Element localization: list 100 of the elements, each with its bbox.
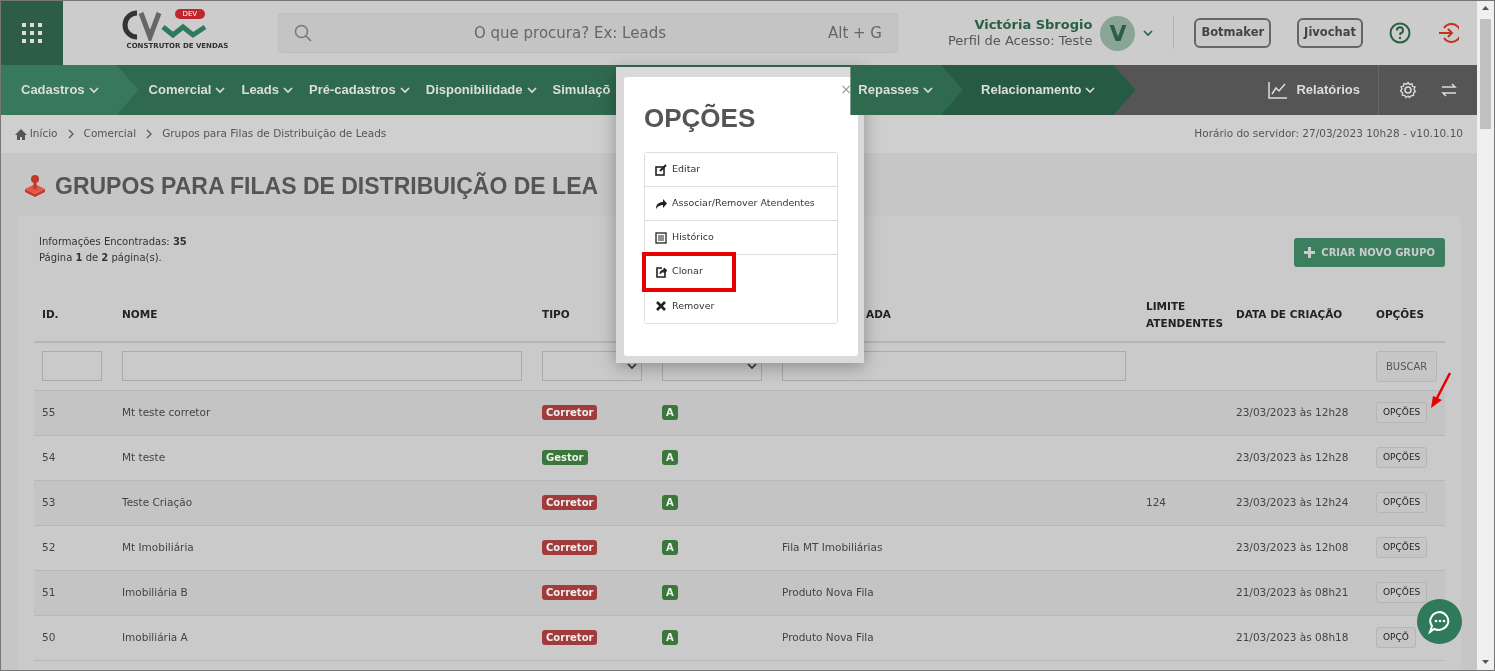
column-header: NOME bbox=[122, 307, 159, 323]
close-icon bbox=[655, 300, 667, 312]
options-button[interactable]: OPÇÕ bbox=[1376, 626, 1416, 649]
page-count: Página 1 de 2 página(s). bbox=[39, 250, 163, 265]
status-tag: A bbox=[662, 404, 678, 420]
external-link-icon bbox=[655, 265, 667, 278]
menu-item[interactable]: Repasses bbox=[850, 65, 964, 115]
chevron-down-icon bbox=[1085, 86, 1096, 94]
switch-arrows-icon[interactable] bbox=[1441, 83, 1457, 97]
page-title: GRUPOS PARA FILAS DE DISTRIBUIÇÃO DE LEA bbox=[55, 171, 599, 201]
chevron-down-icon bbox=[627, 362, 637, 370]
results-count: Informações Encontradas: 35 bbox=[39, 234, 187, 249]
type-tag: Corretor bbox=[542, 539, 598, 555]
table-cell: Imobiliária A bbox=[122, 630, 188, 643]
table-cell: 23/03/2023 às 12h24 bbox=[1236, 495, 1349, 508]
help-icon[interactable] bbox=[1389, 22, 1411, 44]
create-group-button[interactable]: CRIAR NOVO GRUPO bbox=[1294, 237, 1445, 267]
options-button[interactable]: OPÇÕES bbox=[1376, 491, 1428, 514]
user-profile: Perfil de Acesso: Teste bbox=[947, 33, 1093, 50]
edit-icon bbox=[655, 163, 667, 176]
breadcrumb-link[interactable]: Início bbox=[15, 126, 58, 142]
status-tag: A bbox=[662, 584, 678, 600]
table-cell: Produto Nova Fila bbox=[782, 585, 874, 598]
type-tag: Corretor bbox=[542, 494, 598, 510]
status-tag: A bbox=[662, 629, 678, 645]
table-cell: 51 bbox=[42, 585, 56, 598]
header-button[interactable]: Jivochat bbox=[1297, 18, 1363, 48]
column-header: TIPO bbox=[542, 307, 571, 323]
table-cell: 124 bbox=[1146, 495, 1167, 508]
plus-icon bbox=[1304, 246, 1316, 258]
table-cell: 21/03/2023 às 08h18 bbox=[1236, 630, 1349, 643]
shortcut-hint: Alt + G bbox=[827, 22, 882, 44]
column-header: OPÇÕES bbox=[1376, 307, 1425, 323]
table-cell: 23/03/2023 às 12h08 bbox=[1236, 540, 1349, 553]
filter-field[interactable] bbox=[782, 351, 1126, 381]
menu-item[interactable]: Leads bbox=[233, 65, 302, 115]
filter-select[interactable] bbox=[542, 351, 642, 381]
table-cell: Fila MT Imobiliárias bbox=[782, 540, 883, 553]
type-tag: Corretor bbox=[542, 404, 598, 420]
server-time: Horário do servidor: 27/03/2023 10h28 - v10.10.10 bbox=[1194, 126, 1463, 142]
filter-field[interactable] bbox=[122, 351, 522, 381]
menu-item[interactable]: Cadastros bbox=[1, 65, 139, 115]
search-input[interactable]: O que procura? Ex: Leads bbox=[312, 20, 828, 46]
breadcrumb-link[interactable]: Comercial bbox=[83, 126, 137, 142]
menu-item[interactable]: Disponibilidade bbox=[417, 65, 545, 115]
type-tag: Corretor bbox=[542, 584, 598, 600]
menu-item[interactable]: Simulaçõ bbox=[544, 65, 611, 115]
menu-option[interactable]: Editar bbox=[645, 153, 837, 187]
logout-icon[interactable] bbox=[1437, 22, 1459, 44]
table-cell: Mt Imobiliária bbox=[122, 540, 194, 553]
options-button[interactable]: OPÇÕES bbox=[1376, 536, 1428, 559]
table-cell: 21/03/2023 às 08h21 bbox=[1236, 585, 1349, 598]
options-button[interactable]: OPÇÕES bbox=[1376, 401, 1428, 424]
chevron-down-icon bbox=[283, 86, 294, 94]
column-header: DATA DE CRIAÇÃO bbox=[1236, 307, 1344, 323]
column-header: ADA bbox=[866, 307, 892, 323]
line-chart-icon bbox=[1268, 81, 1289, 99]
column-header: ID. bbox=[42, 307, 60, 323]
filter-field[interactable] bbox=[42, 351, 102, 381]
type-tag: Gestor bbox=[542, 449, 588, 465]
user-name: Victória Sbrogio bbox=[973, 16, 1093, 33]
search-icon bbox=[294, 24, 312, 42]
table-cell: Teste Criação bbox=[122, 495, 193, 508]
table-cell: 53 bbox=[42, 495, 56, 508]
chevron-right-icon bbox=[67, 129, 74, 139]
chevron-down-icon bbox=[88, 86, 99, 94]
status-tag: A bbox=[662, 449, 678, 465]
chevron-right-icon bbox=[146, 129, 153, 139]
scrollbar[interactable] bbox=[1477, 1, 1494, 670]
chevron-down-icon bbox=[526, 86, 537, 94]
table-cell: 54 bbox=[42, 450, 56, 463]
home-icon bbox=[15, 128, 27, 140]
menu-option[interactable]: Clonar bbox=[645, 255, 733, 289]
breadcrumb-current: Grupos para Filas de Distribuição de Leads bbox=[162, 126, 387, 142]
close-button[interactable]: × bbox=[840, 79, 852, 100]
menu-item[interactable]: Pré-cadastros bbox=[301, 65, 418, 115]
table-cell: 52 bbox=[42, 540, 56, 553]
dialog-title: OPÇÕES bbox=[644, 102, 757, 135]
search-field[interactable]: O que procura? Ex: Leads Alt + G bbox=[278, 13, 898, 53]
table-cell: 55 bbox=[42, 405, 56, 418]
options-button[interactable]: OPÇÕES bbox=[1376, 446, 1428, 469]
chevron-down-icon[interactable] bbox=[1143, 29, 1154, 37]
apps-menu-button[interactable] bbox=[1, 1, 63, 65]
menu-item[interactable]: Relacionamento bbox=[941, 65, 1136, 115]
table-cell: Mt teste bbox=[122, 450, 166, 463]
list-icon bbox=[655, 231, 667, 244]
table-cell: Produto Nova Fila bbox=[782, 630, 874, 643]
search-button[interactable]: BUSCAR bbox=[1376, 350, 1438, 382]
share-arrow-icon bbox=[655, 197, 667, 210]
status-tag: A bbox=[662, 539, 678, 555]
column-header: LIMITE ATENDENTES bbox=[1146, 298, 1224, 331]
type-tag: Corretor bbox=[542, 629, 598, 645]
chevron-down-icon bbox=[747, 362, 757, 370]
joystick-icon bbox=[23, 174, 47, 199]
chevron-down-icon bbox=[399, 86, 410, 94]
menu-item[interactable]: Comercial bbox=[118, 65, 234, 115]
settings-icon[interactable] bbox=[1399, 81, 1417, 99]
header-button[interactable]: Botmaker bbox=[1194, 18, 1272, 48]
table-cell: Imobiliária B bbox=[122, 585, 188, 598]
options-button[interactable]: OPÇÕES bbox=[1376, 581, 1428, 604]
